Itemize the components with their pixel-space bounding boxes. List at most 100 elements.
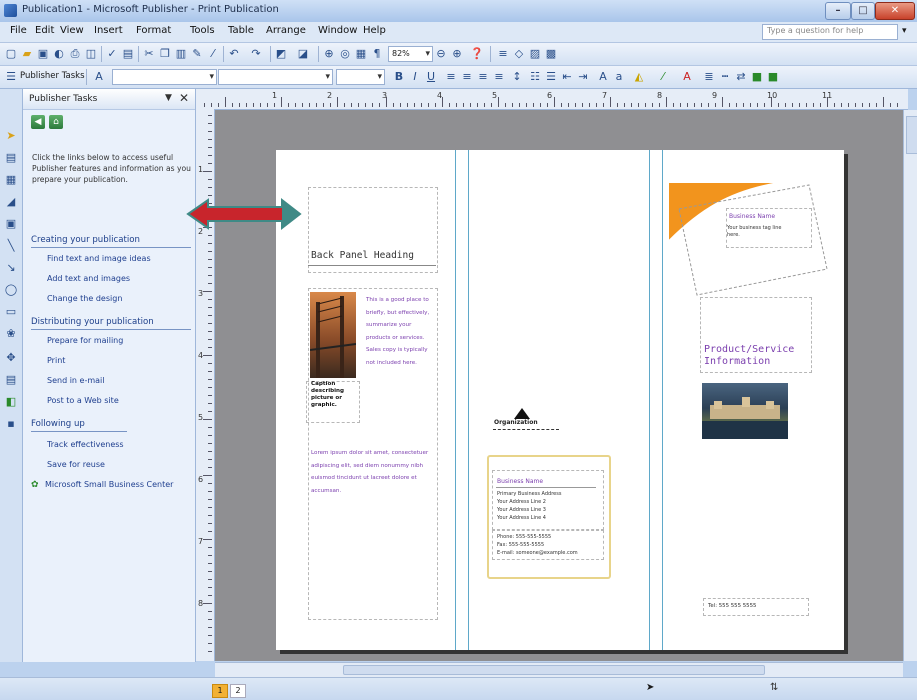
more-tools-icon[interactable]: ▪ [4,417,18,431]
research-icon[interactable]: ▤ [121,47,135,61]
link-change-design[interactable]: Change the design [47,294,122,303]
save-icon[interactable]: ▣ [36,47,50,61]
paragraph-icon[interactable]: ¶ [370,47,384,61]
permission-icon[interactable]: ◐ [52,47,66,61]
page-1-button[interactable]: 1 [212,684,228,698]
horizontal-ruler[interactable]: 1 2 3 4 5 6 7 8 9 10 11 [196,89,908,110]
format-painter-icon[interactable]: ✎ [190,47,204,61]
organization-logo-icon[interactable] [514,408,530,419]
link-add-text-images[interactable]: Add text and images [47,274,130,283]
help-search-input[interactable]: Type a question for help [762,24,898,40]
task-pane-close-icon[interactable]: ✕ [179,91,189,105]
link-print[interactable]: Print [47,356,65,365]
link-prepare-mailing[interactable]: Prepare for mailing [47,336,123,345]
shadow-icon[interactable]: ■ [750,70,764,84]
wordart-icon[interactable]: ◢ [4,195,18,209]
task-pane-menu-icon[interactable]: ▼ [165,93,172,103]
tasks-pane-icon[interactable]: ☰ [4,70,18,84]
link-post-web[interactable]: Post to a Web site [47,396,119,405]
fill-color-icon[interactable]: ◭ [632,70,646,84]
text-box-icon[interactable]: ▤ [4,151,18,165]
cut-icon[interactable]: ✂ [142,47,156,61]
line-color-icon[interactable]: ⁄ [656,70,670,84]
maximize-button[interactable]: □ [851,2,875,20]
menu-table[interactable]: Table [228,25,254,36]
align-right-icon[interactable]: ≡ [476,70,490,84]
print-icon[interactable]: ⎙ [68,47,82,61]
print-preview-icon[interactable]: ◫ [84,47,98,61]
line-style-icon[interactable]: ≣ [702,70,716,84]
shapes-icon[interactable]: ◇ [512,47,526,61]
menu-insert[interactable]: Insert [94,25,123,36]
publisher-tasks-button[interactable]: Publisher Tasks [20,71,85,81]
bring-forward-icon[interactable]: ◩ [274,47,288,61]
menu-format[interactable]: Format [136,25,171,36]
zoom-select[interactable]: 82% [388,46,433,62]
menu-help[interactable]: Help [363,25,386,36]
line-icon[interactable]: ╲ [4,239,18,253]
numbering-icon[interactable]: ☷ [528,70,542,84]
home-icon[interactable]: ⌂ [49,115,63,129]
brush-icon[interactable]: ⁄ [206,47,220,61]
design-gallery-icon[interactable]: ▩ [544,47,558,61]
3d-icon[interactable]: ■ [766,70,780,84]
spelling-icon[interactable]: ✓ [105,47,119,61]
copy-icon[interactable]: ❐ [158,47,172,61]
select-object-icon[interactable]: ➤ [4,129,18,143]
font-select[interactable] [218,69,333,85]
align-center-icon[interactable]: ≡ [460,70,474,84]
horizontal-scrollbar[interactable] [215,662,903,677]
new-icon[interactable]: ▢ [4,47,18,61]
open-icon[interactable]: ▰ [20,47,34,61]
underline-icon[interactable]: U [424,70,438,84]
bridge-photo[interactable] [310,292,356,378]
menu-edit[interactable]: Edit [35,25,54,36]
decrease-indent-icon[interactable]: ⇤ [560,70,574,84]
shrink-font-icon[interactable]: a [612,70,626,84]
menu-file[interactable]: File [10,25,27,36]
menu-tools[interactable]: Tools [190,25,215,36]
style-icon[interactable]: A [92,70,106,84]
bullets-icon[interactable]: ☰ [544,70,558,84]
columns-icon[interactable]: ▦ [354,47,368,61]
menu-arrange[interactable]: Arrange [266,25,306,36]
city-photo[interactable] [702,383,788,439]
link-find-text-ideas[interactable]: Find text and image ideas [47,254,151,263]
italic-icon[interactable]: I [408,70,422,84]
menu-window[interactable]: Window [318,25,357,36]
close-button[interactable]: ✕ [875,2,915,20]
hot-spot-icon[interactable]: ✥ [4,351,18,365]
link-small-business-center[interactable]: Microsoft Small Business Center [45,480,173,489]
rectangle-icon[interactable]: ▭ [4,305,18,319]
line-tool-icon[interactable]: ≡ [496,47,510,61]
font-color-icon[interactable]: A [680,70,694,84]
arrow-style-icon[interactable]: ⇄ [734,70,748,84]
link-save-reuse[interactable]: Save for reuse [47,460,105,469]
zoom-out-icon[interactable]: ⊖ [434,47,448,61]
insert-hyperlink-icon[interactable]: ⊕ [322,47,336,61]
menubar-options-icon[interactable]: ▾ [902,26,907,36]
vertical-ruler[interactable]: 12345678 [196,109,215,661]
grow-font-icon[interactable]: A [596,70,610,84]
insert-table-icon[interactable]: ▦ [4,173,18,187]
menu-view[interactable]: View [60,25,84,36]
back-icon[interactable]: ◀ [31,115,45,129]
help-icon[interactable]: ❓ [470,47,484,61]
publisher-app-icon[interactable] [4,4,17,17]
paste-icon[interactable]: ▥ [174,47,188,61]
increase-indent-icon[interactable]: ⇥ [576,70,590,84]
form-control-icon[interactable]: ▤ [4,373,18,387]
font-size-select[interactable] [336,69,385,85]
send-backward-icon[interactable]: ◪ [296,47,310,61]
page-2-button[interactable]: 2 [230,684,246,698]
zoom-in-icon[interactable]: ⊕ [450,47,464,61]
arrow-icon[interactable]: ↘ [4,261,18,275]
web-icon[interactable]: ◎ [338,47,352,61]
bold-icon[interactable]: B [392,70,406,84]
link-track-effectiveness[interactable]: Track effectiveness [47,440,124,449]
dash-style-icon[interactable]: ┅ [718,70,732,84]
autoshapes-icon[interactable]: ❀ [4,327,18,341]
justify-icon[interactable]: ≡ [492,70,506,84]
line-spacing-icon[interactable]: ↕ [510,70,524,84]
minimize-button[interactable]: – [825,2,851,20]
